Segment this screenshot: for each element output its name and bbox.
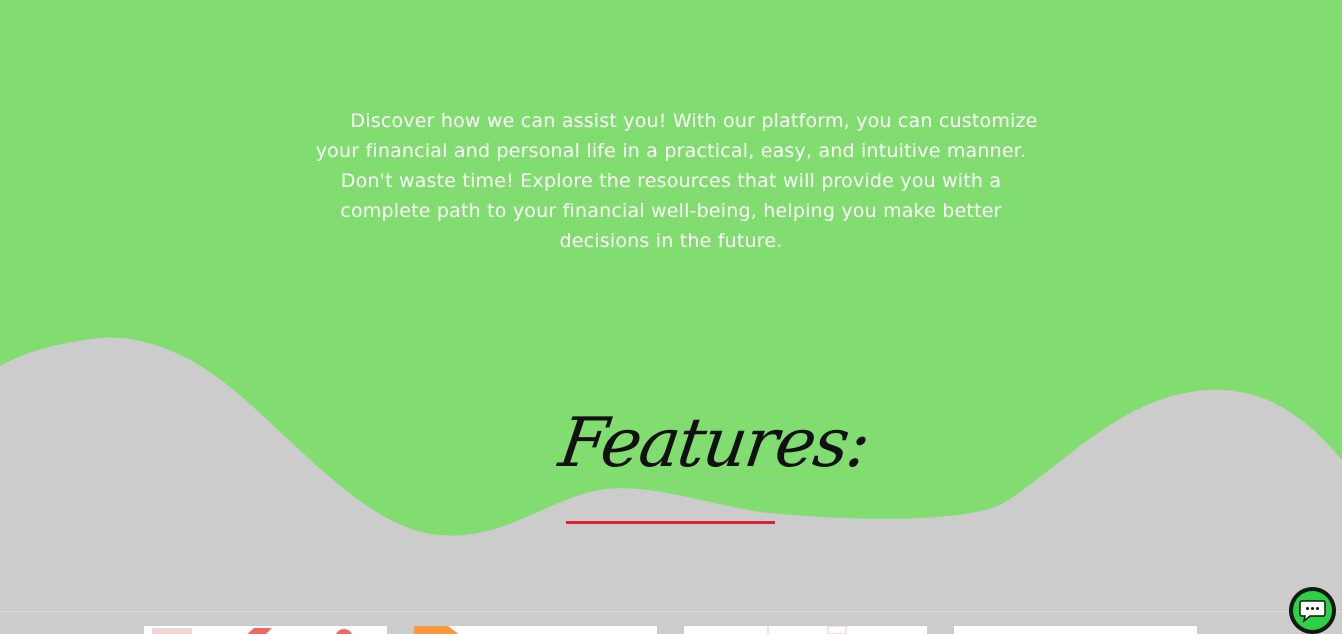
feature-card-3-image bbox=[767, 626, 847, 634]
features-heading-underline bbox=[566, 521, 775, 524]
feature-card-2[interactable] bbox=[414, 626, 657, 634]
feature-card-3[interactable] bbox=[684, 626, 927, 634]
feature-card-2-image bbox=[414, 626, 459, 634]
feature-card-1[interactable] bbox=[144, 626, 387, 634]
feature-card-1-image bbox=[152, 628, 353, 634]
hero-wave-background bbox=[0, 0, 1342, 536]
feature-card-4[interactable] bbox=[954, 626, 1197, 634]
features-heading: Features: bbox=[554, 404, 874, 483]
page: Discover how we can assist you! With our… bbox=[0, 0, 1342, 634]
chat-bubble-icon bbox=[1299, 600, 1326, 623]
chat-widget-button[interactable] bbox=[1289, 587, 1336, 634]
section-divider bbox=[0, 611, 1342, 612]
intro-paragraph: Discover how we can assist you! With our… bbox=[315, 110, 1038, 252]
